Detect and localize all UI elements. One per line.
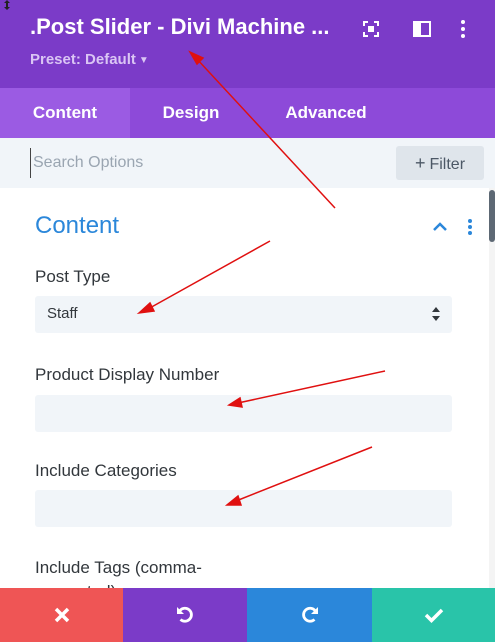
resize-cursor-icon: [4, 0, 10, 10]
tab-advanced[interactable]: Advanced: [252, 88, 400, 138]
discard-button[interactable]: [0, 588, 123, 642]
caret-down-icon: ▼: [138, 55, 149, 66]
preset-label: Preset: Default: [30, 51, 136, 68]
footer-action-bar: [0, 588, 495, 642]
section-title[interactable]: Content: [35, 212, 119, 240]
section-more-icon[interactable]: [466, 218, 474, 236]
redo-icon: [301, 606, 318, 623]
product-display-number-input[interactable]: [35, 395, 452, 432]
check-icon: [424, 608, 443, 623]
select-arrows-icon: [432, 307, 440, 321]
close-icon: [54, 607, 69, 623]
include-categories-input[interactable]: [35, 490, 452, 527]
search-bar: +Filter: [0, 138, 495, 188]
tab-bar: Content Design Advanced: [0, 88, 495, 138]
tab-content[interactable]: Content: [0, 88, 130, 138]
preset-selector[interactable]: Preset: Default ▼: [30, 51, 149, 68]
include-categories-label: Include Categories: [35, 461, 177, 480]
redo-button[interactable]: [247, 588, 372, 642]
more-vertical-icon[interactable]: [452, 18, 474, 40]
plus-icon: +: [414, 153, 426, 173]
sidebar-toggle-icon[interactable]: [411, 18, 433, 40]
module-title: .Post Slider - Divi Machine ...: [30, 14, 330, 39]
tab-design[interactable]: Design: [130, 88, 252, 138]
filter-label: Filter: [429, 156, 466, 173]
undo-icon: [177, 606, 193, 623]
post-type-label: Post Type: [35, 267, 111, 286]
scrollbar-thumb[interactable]: [489, 190, 495, 242]
product-display-number-label: Product Display Number: [35, 365, 220, 384]
filter-button[interactable]: + Filter: [396, 146, 484, 180]
undo-button[interactable]: [123, 588, 247, 642]
scrollbar-track[interactable]: [489, 188, 495, 588]
save-button[interactable]: [372, 588, 495, 642]
module-header: .Post Slider - Divi Machine ... Preset: …: [0, 0, 495, 88]
post-type-value: Staff: [47, 305, 78, 322]
expand-icon[interactable]: [360, 18, 382, 40]
search-input[interactable]: [30, 148, 380, 178]
post-type-select[interactable]: Staff: [35, 296, 452, 333]
chevron-up-icon[interactable]: [431, 220, 449, 234]
